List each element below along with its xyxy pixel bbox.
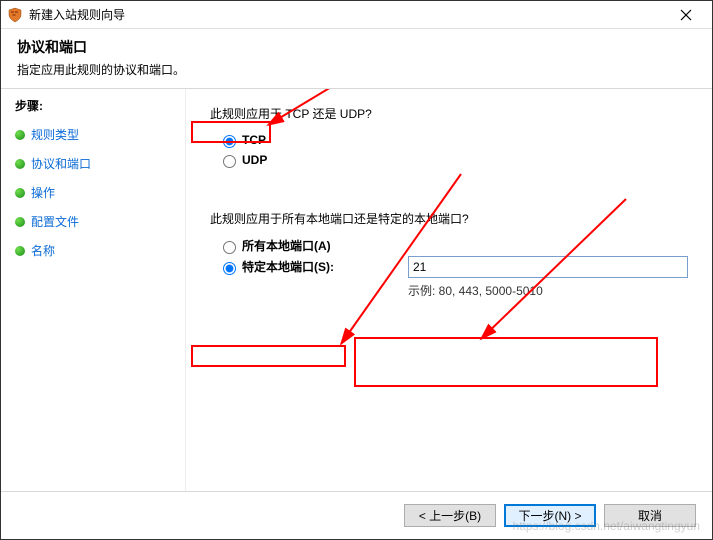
radio-tcp[interactable]: TCP [218, 130, 688, 150]
radio-tcp-label: TCP [242, 133, 266, 147]
wizard-window: 新建入站规则向导 协议和端口 指定应用此规则的协议和端口。 步骤: 规则类型 协… [0, 0, 713, 540]
wizard-content: 此规则应用于 TCP 还是 UDP? TCP UDP 此规则应用于所有本地端口还… [186, 89, 712, 491]
step-label: 名称 [31, 242, 55, 259]
firewall-icon [7, 7, 23, 23]
step-action[interactable]: 操作 [15, 178, 171, 207]
page-title: 协议和端口 [17, 37, 696, 57]
radio-all-ports-input[interactable] [223, 241, 236, 254]
protocol-radio-group: TCP UDP [210, 130, 688, 170]
window-title: 新建入站规则向导 [29, 6, 666, 23]
step-bullet-icon [15, 159, 25, 169]
radio-specific-ports-input[interactable] [223, 262, 236, 275]
radio-udp-label: UDP [242, 153, 267, 167]
wizard-footer: < 上一步(B) 下一步(N) > 取消 [1, 491, 712, 539]
radio-tcp-input[interactable] [223, 135, 236, 148]
step-label: 操作 [31, 184, 55, 201]
steps-sidebar: 步骤: 规则类型 协议和端口 操作 配置文件 名称 [1, 89, 186, 491]
close-icon [680, 9, 692, 21]
step-label: 规则类型 [31, 126, 79, 143]
annotation-box [354, 337, 658, 387]
step-protocol-ports[interactable]: 协议和端口 [15, 149, 171, 178]
port-question: 此规则应用于所有本地端口还是特定的本地端口? [210, 210, 688, 227]
back-button[interactable]: < 上一步(B) [404, 504, 496, 527]
port-example-text: 示例: 80, 443, 5000-5010 [408, 282, 688, 299]
radio-specific-ports[interactable]: 特定本地端口(S): [218, 256, 378, 277]
step-profile[interactable]: 配置文件 [15, 207, 171, 236]
wizard-body: 步骤: 规则类型 协议和端口 操作 配置文件 名称 [1, 89, 712, 491]
step-bullet-icon [15, 130, 25, 140]
wizard-header: 协议和端口 指定应用此规则的协议和端口。 [1, 29, 712, 89]
radio-udp-input[interactable] [223, 155, 236, 168]
steps-heading: 步骤: [15, 97, 171, 114]
radio-all-ports[interactable]: 所有本地端口(A) [218, 235, 688, 256]
step-label: 配置文件 [31, 213, 79, 230]
step-name[interactable]: 名称 [15, 236, 171, 265]
next-button[interactable]: 下一步(N) > [504, 504, 596, 527]
radio-all-ports-label: 所有本地端口(A) [242, 237, 331, 254]
close-button[interactable] [666, 2, 706, 28]
step-bullet-icon [15, 188, 25, 198]
titlebar: 新建入站规则向导 [1, 1, 712, 29]
port-radio-group: 所有本地端口(A) 特定本地端口(S): 示例: 80, 443, 5000-5… [210, 235, 688, 299]
radio-udp[interactable]: UDP [218, 150, 688, 170]
step-rule-type[interactable]: 规则类型 [15, 120, 171, 149]
step-bullet-icon [15, 246, 25, 256]
page-subtitle: 指定应用此规则的协议和端口。 [17, 61, 696, 78]
radio-specific-ports-label: 特定本地端口(S): [242, 258, 334, 275]
annotation-box [191, 345, 346, 367]
protocol-question: 此规则应用于 TCP 还是 UDP? [210, 105, 688, 122]
cancel-button[interactable]: 取消 [604, 504, 696, 527]
step-label: 协议和端口 [31, 155, 91, 172]
specific-ports-input[interactable] [408, 256, 688, 278]
step-bullet-icon [15, 217, 25, 227]
